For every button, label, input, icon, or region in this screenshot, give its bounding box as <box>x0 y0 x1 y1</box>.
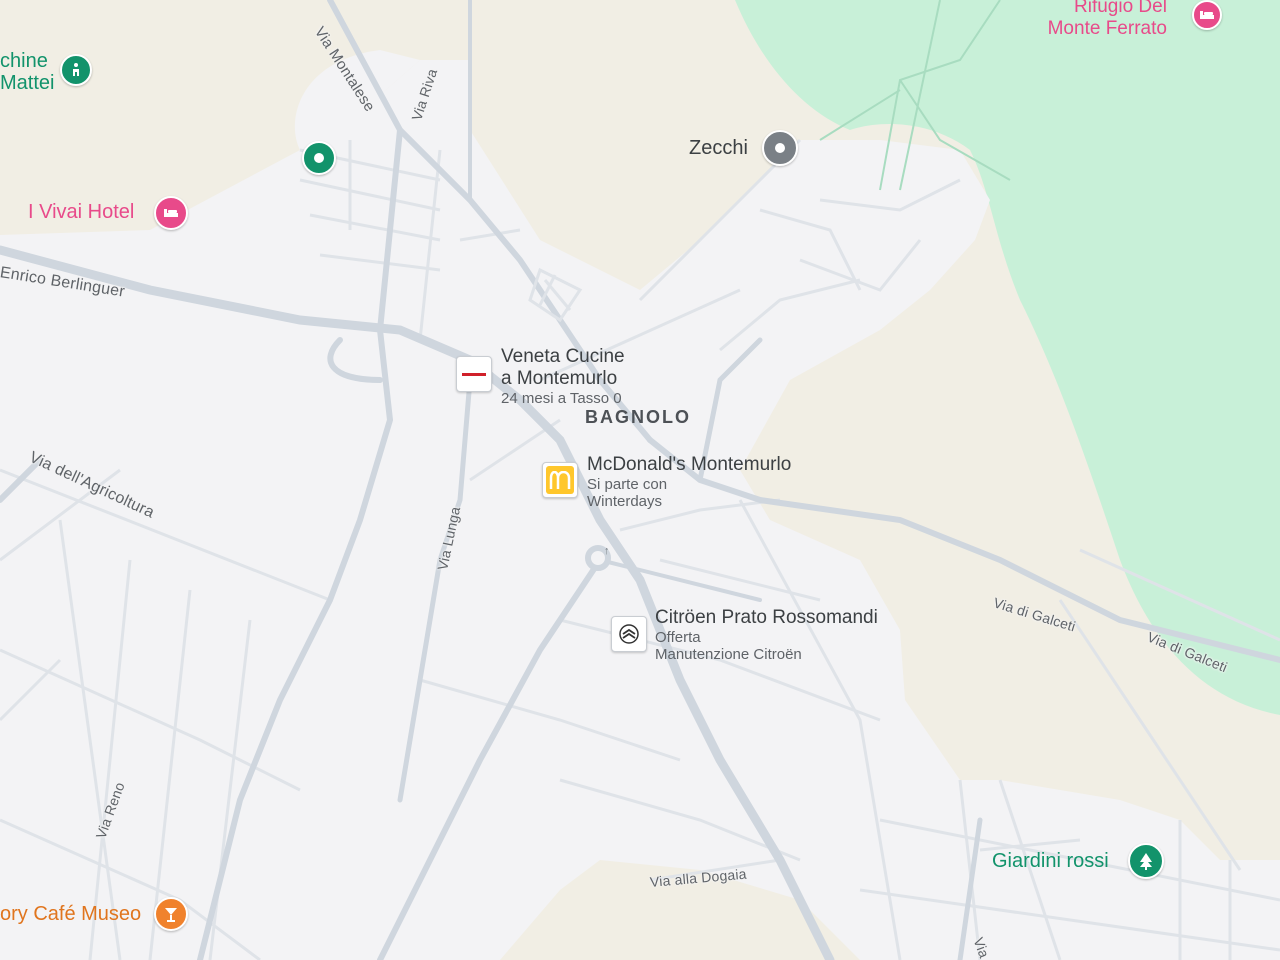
hotel-bed-icon[interactable] <box>1192 0 1222 30</box>
location-pin-icon[interactable] <box>302 141 336 175</box>
poi-vivai-label[interactable]: I Vivai Hotel <box>28 202 134 222</box>
poi-zecchi-label[interactable]: Zecchi <box>689 138 748 158</box>
mcdonalds-logo[interactable] <box>542 462 578 498</box>
hiking-icon[interactable] <box>60 54 92 86</box>
poi-mcdonalds-label[interactable]: McDonald's Montemurlo Si parte con Winte… <box>587 454 791 510</box>
poi-cucine-line2: Mattei <box>0 72 55 94</box>
hotel-bed-icon[interactable] <box>154 196 188 230</box>
poi-veneta-line2: a Montemurlo <box>501 368 618 389</box>
poi-rifugio-line2: Monte Ferrato <box>1047 18 1167 39</box>
poi-rifugio-label[interactable]: Rifugio Del Monte Ferrato <box>1048 0 1167 40</box>
poi-veneta-subtitle: 24 mesi a Tasso 0 <box>501 390 622 407</box>
poi-mcdonalds-sub1: Si parte con <box>587 476 668 493</box>
poi-cucine-line1: chine <box>0 50 48 72</box>
poi-citroen-sub1: Offerta <box>655 629 701 646</box>
poi-mcdonalds-sub2: Winterdays <box>587 493 663 510</box>
poi-veneta-label[interactable]: Veneta Cucine a Montemurlo 24 mesi a Tas… <box>501 346 625 407</box>
veneta-cucine-logo[interactable] <box>456 356 492 392</box>
poi-citroen-label[interactable]: Citröen Prato Rossomandi Offerta Manuten… <box>655 607 878 663</box>
poi-mcdonalds-title: McDonald's Montemurlo <box>587 454 792 475</box>
poi-rifugio-line1: Rifugio Del <box>1074 0 1167 17</box>
citroen-logo[interactable] <box>611 616 647 652</box>
place-bagnolo: BAGNOLO <box>585 407 691 427</box>
one-way-arrow-icon: ↑ <box>604 545 610 557</box>
poi-citroen-title: Citröen Prato Rossomandi <box>655 607 878 628</box>
poi-cucine-label[interactable]: chine Mattei <box>0 50 54 94</box>
map-canvas[interactable]: Rifugio Del Monte Ferrato chine Mattei Z… <box>0 0 1280 960</box>
tree-icon[interactable] <box>1128 843 1164 879</box>
poi-veneta-line1: Veneta Cucine <box>501 346 625 367</box>
generic-pin-icon[interactable] <box>762 130 798 166</box>
poi-giardini-label[interactable]: Giardini rossi <box>992 851 1109 871</box>
poi-cafe-label[interactable]: ory Café Museo <box>0 904 141 924</box>
cocktail-icon[interactable] <box>154 897 188 931</box>
poi-citroen-sub2: Manutenzione Citroën <box>655 646 802 663</box>
